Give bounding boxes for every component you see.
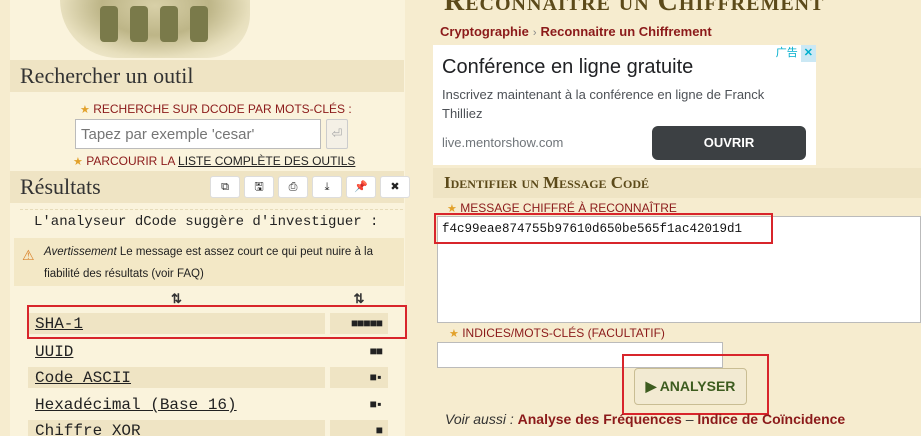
left-column: Rechercher un outil ★ RECHERCHE SUR DCOD… bbox=[0, 0, 420, 436]
ad-url[interactable]: live.mentorshow.com bbox=[442, 135, 563, 150]
download-icon[interactable]: ⤓ bbox=[312, 176, 342, 198]
highlight-box bbox=[27, 305, 407, 339]
dcode-logo-image bbox=[60, 0, 250, 58]
result-row[interactable]: Code ASCII ■▪ bbox=[28, 367, 388, 390]
breadcrumb-separator: › bbox=[532, 27, 537, 39]
search-input[interactable] bbox=[75, 119, 321, 149]
analyser-message: L'analyseur dCode suggère d'investiguer … bbox=[20, 209, 403, 233]
result-row[interactable]: UUID ■■ bbox=[28, 341, 388, 364]
search-label: ★ RECHERCHE SUR DCODE PAR MOTS-CLÉS : bbox=[80, 102, 352, 116]
warning-label: Avertissement bbox=[44, 246, 117, 258]
highlight-box bbox=[434, 213, 773, 244]
breadcrumb-cryptographie[interactable]: Cryptographie bbox=[440, 24, 529, 39]
search-submit-button[interactable]: ⏎ bbox=[326, 119, 348, 149]
ad-open-button[interactable]: OUVRIR bbox=[652, 126, 806, 160]
save-icon[interactable]: 🖫 bbox=[244, 176, 274, 198]
breadcrumb: Cryptographie › Reconnaitre un Chiffrement bbox=[440, 24, 712, 39]
star-icon: ★ bbox=[73, 156, 83, 168]
see-also: Voir aussi : Analyse des Fréquences – In… bbox=[445, 411, 845, 427]
ad-corner: 广告 ✕ bbox=[772, 45, 816, 62]
link-frequency-analysis[interactable]: Analyse des Fréquences bbox=[518, 411, 682, 427]
see-also-separator: – bbox=[681, 411, 698, 427]
pin-icon[interactable]: 📌 bbox=[346, 176, 376, 198]
result-row[interactable]: Chiffre XOR ■ bbox=[28, 420, 388, 436]
search-tool-header: Rechercher un outil bbox=[10, 60, 404, 92]
star-icon: ★ bbox=[449, 328, 459, 340]
link-coincidence-index[interactable]: Indice de Coïncidence bbox=[697, 411, 845, 427]
result-score: ■▪ bbox=[330, 394, 388, 415]
result-row[interactable]: Hexadécimal (Base 16) ■▪ bbox=[28, 394, 388, 417]
warning-box: ⚠ Avertissement Le message est assez cou… bbox=[14, 238, 404, 286]
ad-close-icon[interactable]: ✕ bbox=[800, 45, 816, 62]
warning-icon: ⚠ bbox=[22, 247, 35, 263]
ad-badge[interactable]: 广告 bbox=[772, 45, 801, 62]
hint-label: ★ INDICES/MOTS-CLÉS (FACULTATIF) bbox=[449, 326, 665, 340]
close-icon[interactable]: ✖ bbox=[380, 176, 410, 198]
form-header: Identifier un Message Codé bbox=[433, 168, 921, 198]
print-icon[interactable]: ⎙ bbox=[278, 176, 308, 198]
see-also-label: Voir aussi : bbox=[445, 411, 514, 427]
result-score: ■ bbox=[330, 420, 388, 436]
full-tool-list-link[interactable]: LISTE COMPLÈTE DES OUTILS bbox=[178, 154, 355, 168]
result-score: ■▪ bbox=[330, 367, 388, 388]
results-toolbar: ⧉ 🖫 ⎙ ⤓ 📌 ✖ bbox=[210, 176, 410, 198]
browse-tools: ★ PARCOURIR LA LISTE COMPLÈTE DES OUTILS bbox=[73, 154, 356, 168]
result-name[interactable]: Hexadécimal (Base 16) bbox=[28, 394, 325, 415]
highlight-box bbox=[622, 354, 769, 415]
advertisement[interactable]: Conférence en ligne gratuite Inscrivez m… bbox=[433, 45, 816, 165]
result-name[interactable]: UUID bbox=[28, 341, 325, 362]
star-icon: ★ bbox=[80, 104, 90, 116]
breadcrumb-current[interactable]: Reconnaitre un Chiffrement bbox=[541, 24, 712, 39]
ad-description: Inscrivez maintenant à la conférence en … bbox=[442, 87, 765, 121]
ad-title[interactable]: Conférence en ligne gratuite bbox=[442, 56, 693, 79]
result-name[interactable]: Chiffre XOR bbox=[28, 420, 325, 436]
result-score: ■■ bbox=[330, 341, 388, 362]
result-name[interactable]: Code ASCII bbox=[28, 367, 325, 388]
page-title: Reconnaître un Chiffrement bbox=[444, 0, 825, 17]
copy-icon[interactable]: ⧉ bbox=[210, 176, 240, 198]
